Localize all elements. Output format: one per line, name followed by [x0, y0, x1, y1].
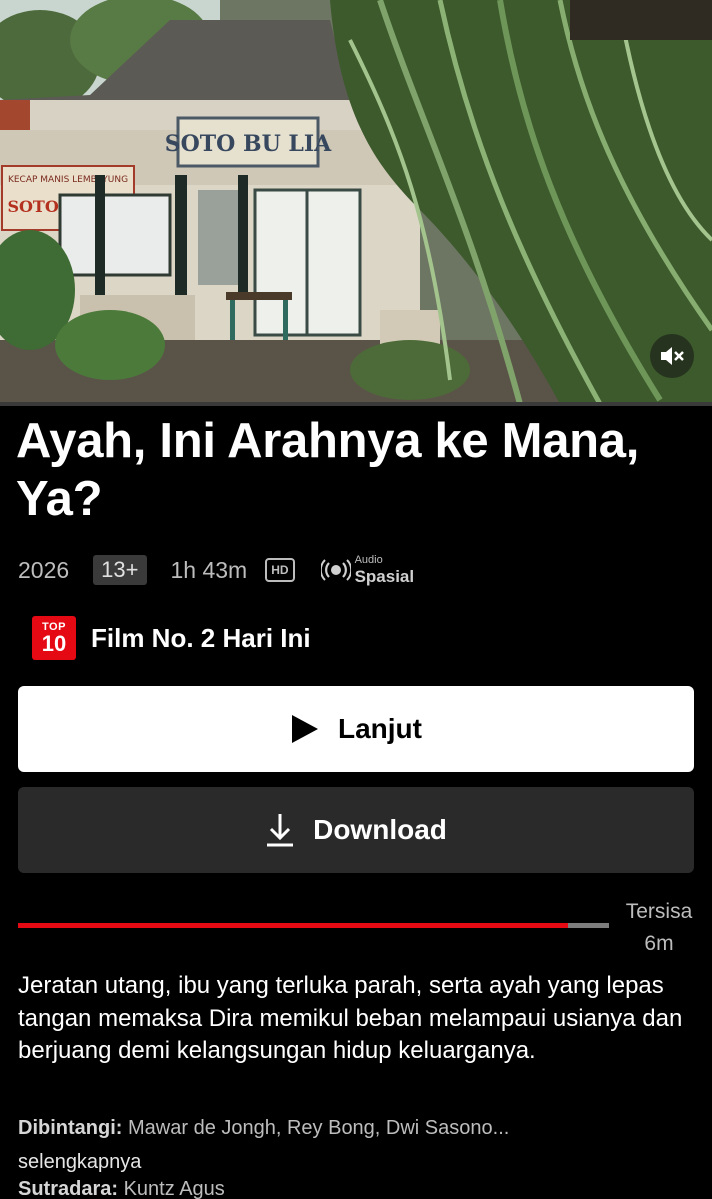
download-button[interactable]: Download [18, 787, 694, 873]
page-title: Ayah, Ini Arahnya ke Mana, Ya? [16, 414, 640, 526]
audio-label-top: Audio [354, 554, 383, 566]
top10-icon: TOP 10 [32, 616, 76, 660]
cast-names: Mawar de Jongh, Rey Bong, Dwi Sasono... [128, 1117, 510, 1139]
play-icon [290, 714, 320, 744]
video-frame-illustration: SOTO BU LIA KECAP MANIS LEMBAYUNG SOTO B… [0, 0, 712, 404]
director-line: Sutradara: Kuntz Agus [18, 1175, 225, 1199]
watch-progress-bar [18, 923, 609, 928]
time-remaining-label: Tersisa [625, 900, 693, 923]
shop-sign-text: SOTO BU LIA [165, 131, 332, 157]
maturity-rating-badge: 13+ [93, 555, 147, 585]
mute-button[interactable] [650, 334, 694, 378]
top10-text: Film No. 2 Hari Ini [91, 622, 311, 653]
time-remaining-value: 6m [644, 932, 674, 955]
cast-line: Dibintangi: Mawar de Jongh, Rey Bong, Dw… [18, 1114, 698, 1142]
hd-badge: HD [265, 558, 295, 582]
release-year: 2026 [18, 556, 70, 583]
audio-label-bottom: Spasial [354, 567, 415, 586]
banner-top-text: KECAP MANIS LEMBAYUNG [8, 175, 128, 185]
top10-ranking: TOP 10 Film No. 2 Hari Ini [32, 616, 311, 660]
resume-button-label: Lanjut [338, 713, 422, 744]
resume-button[interactable]: Lanjut [18, 686, 694, 772]
metadata-row: 2026 13+ 1h 43m HD Audio Spasial [18, 550, 414, 590]
watch-progress-fill [18, 923, 568, 928]
synopsis: Jeratan utang, ibu yang terluka parah, s… [18, 972, 683, 1064]
title-detail-page: SOTO BU LIA KECAP MANIS LEMBAYUNG SOTO B… [0, 0, 712, 1199]
preview-progress-bar [0, 402, 712, 406]
director-name: Kuntz Agus [123, 1178, 225, 1199]
director-label: Sutradara: [18, 1178, 119, 1199]
cast-label: Dibintangi: [18, 1117, 123, 1139]
time-remaining: Tersisa 6m [616, 896, 702, 960]
spatial-audio-icon [320, 559, 351, 581]
duration: 1h 43m [170, 556, 248, 583]
volume-mute-icon [661, 347, 684, 365]
video-preview[interactable]: SOTO BU LIA KECAP MANIS LEMBAYUNG SOTO B… [0, 0, 712, 404]
download-icon [265, 812, 295, 848]
download-button-label: Download [313, 814, 447, 845]
spatial-audio-badge: Audio Spasial [320, 554, 415, 586]
more-link[interactable]: selengkapnya [18, 1148, 141, 1176]
top10-badge-num: 10 [41, 630, 67, 656]
